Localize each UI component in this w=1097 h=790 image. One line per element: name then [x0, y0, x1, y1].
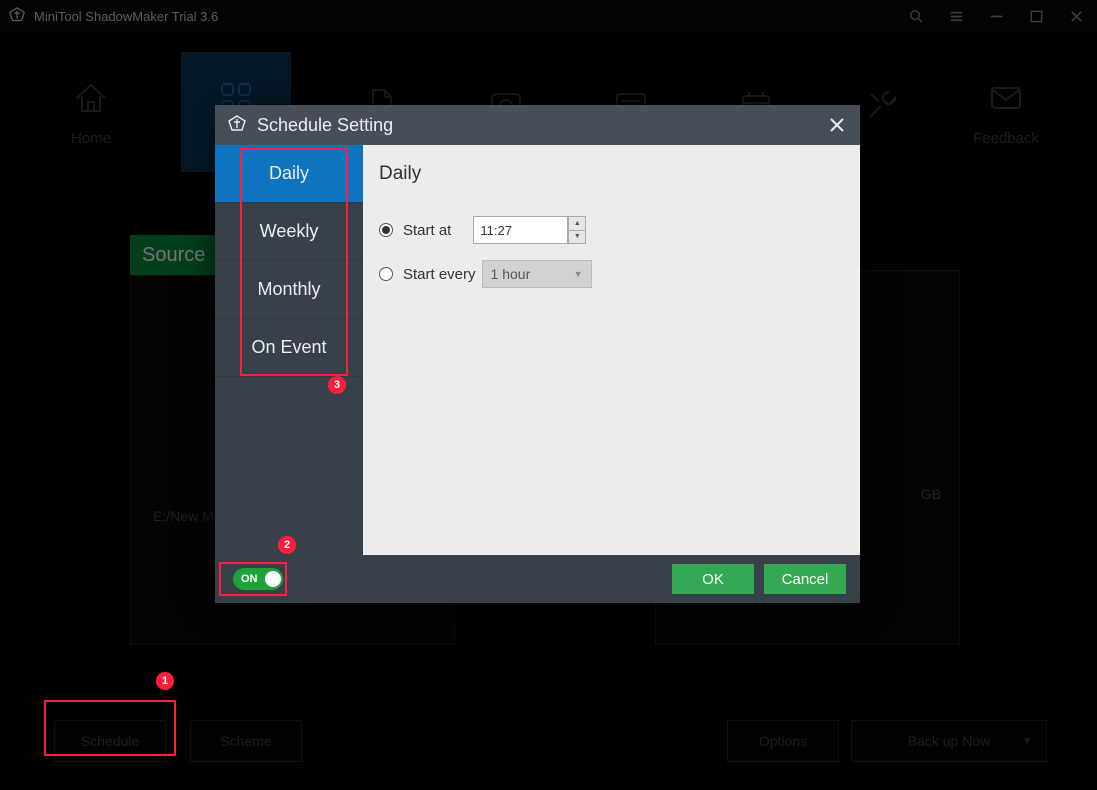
maximize-icon[interactable] — [1023, 3, 1049, 29]
chevron-down-icon: ▼ — [574, 269, 583, 279]
title-bar: MiniTool ShadowMaker Trial 3.6 — [0, 0, 1097, 32]
size-text: GB — [921, 486, 941, 502]
options-button[interactable]: Options — [727, 720, 839, 762]
toggle-label: ON — [241, 573, 258, 585]
schedule-setting-dialog: Schedule Setting Daily Weekly Monthly On… — [215, 105, 860, 603]
chevron-down-icon: ▼ — [1022, 736, 1032, 747]
start-every-radio[interactable] — [379, 267, 393, 281]
ok-button[interactable]: OK — [672, 564, 754, 594]
start-at-label: Start at — [403, 222, 451, 239]
dialog-footer: ON OK Cancel — [215, 555, 860, 603]
dialog-title: Schedule Setting — [257, 115, 393, 136]
start-at-radio[interactable] — [379, 223, 393, 237]
spin-up-icon[interactable]: ▲ — [569, 217, 585, 231]
app-title: MiniTool ShadowMaker Trial 3.6 — [34, 9, 218, 24]
nav-feedback[interactable]: Feedback — [971, 78, 1041, 147]
backup-now-label: Back up Now — [908, 733, 990, 749]
minimize-icon[interactable] — [983, 3, 1009, 29]
nav-label: Home — [71, 130, 111, 147]
home-icon — [71, 78, 111, 118]
schedule-tabs: Daily Weekly Monthly On Event — [215, 145, 363, 555]
source-path-text: E:/New M — [153, 508, 214, 524]
tab-weekly[interactable]: Weekly — [215, 203, 363, 261]
mail-icon — [986, 78, 1026, 118]
backup-now-button[interactable]: Back up Now ▼ — [851, 720, 1047, 762]
menu-icon[interactable] — [943, 3, 969, 29]
nav-home[interactable]: Home — [56, 78, 126, 147]
dialog-header: Schedule Setting — [215, 105, 860, 145]
tools-icon — [861, 86, 901, 126]
start-every-label: Start every — [403, 266, 476, 283]
dropdown-value: 1 hour — [491, 266, 531, 282]
toggle-knob — [265, 571, 281, 587]
spin-down-icon[interactable]: ▼ — [569, 231, 585, 244]
start-at-time-input[interactable]: 11:27 — [473, 216, 568, 244]
app-logo-icon — [227, 115, 247, 135]
schedule-toggle[interactable]: ON — [233, 568, 283, 590]
annotation-badge-1: 1 — [156, 672, 174, 690]
close-icon[interactable] — [1063, 3, 1089, 29]
start-every-dropdown[interactable]: 1 hour ▼ — [482, 260, 592, 288]
close-icon[interactable] — [826, 114, 848, 136]
nav-label: Feedback — [973, 130, 1039, 147]
annotation-badge-3: 3 — [328, 376, 346, 394]
panel-heading: Daily — [379, 163, 844, 185]
tab-on-event[interactable]: On Event — [215, 319, 363, 377]
cancel-button[interactable]: Cancel — [764, 564, 846, 594]
schedule-button[interactable]: Schedule — [54, 720, 166, 762]
tab-monthly[interactable]: Monthly — [215, 261, 363, 319]
tab-daily[interactable]: Daily — [215, 145, 363, 203]
app-logo-icon — [8, 7, 26, 25]
search-icon[interactable] — [903, 3, 929, 29]
time-spinner[interactable]: ▲▼ — [568, 216, 586, 244]
footer-bar: Schedule Scheme Options Back up Now ▼ — [0, 720, 1097, 768]
annotation-badge-2: 2 — [278, 536, 296, 554]
schedule-panel: Daily Start at 11:27 ▲▼ Start every 1 ho… — [363, 145, 860, 555]
scheme-button[interactable]: Scheme — [190, 720, 302, 762]
